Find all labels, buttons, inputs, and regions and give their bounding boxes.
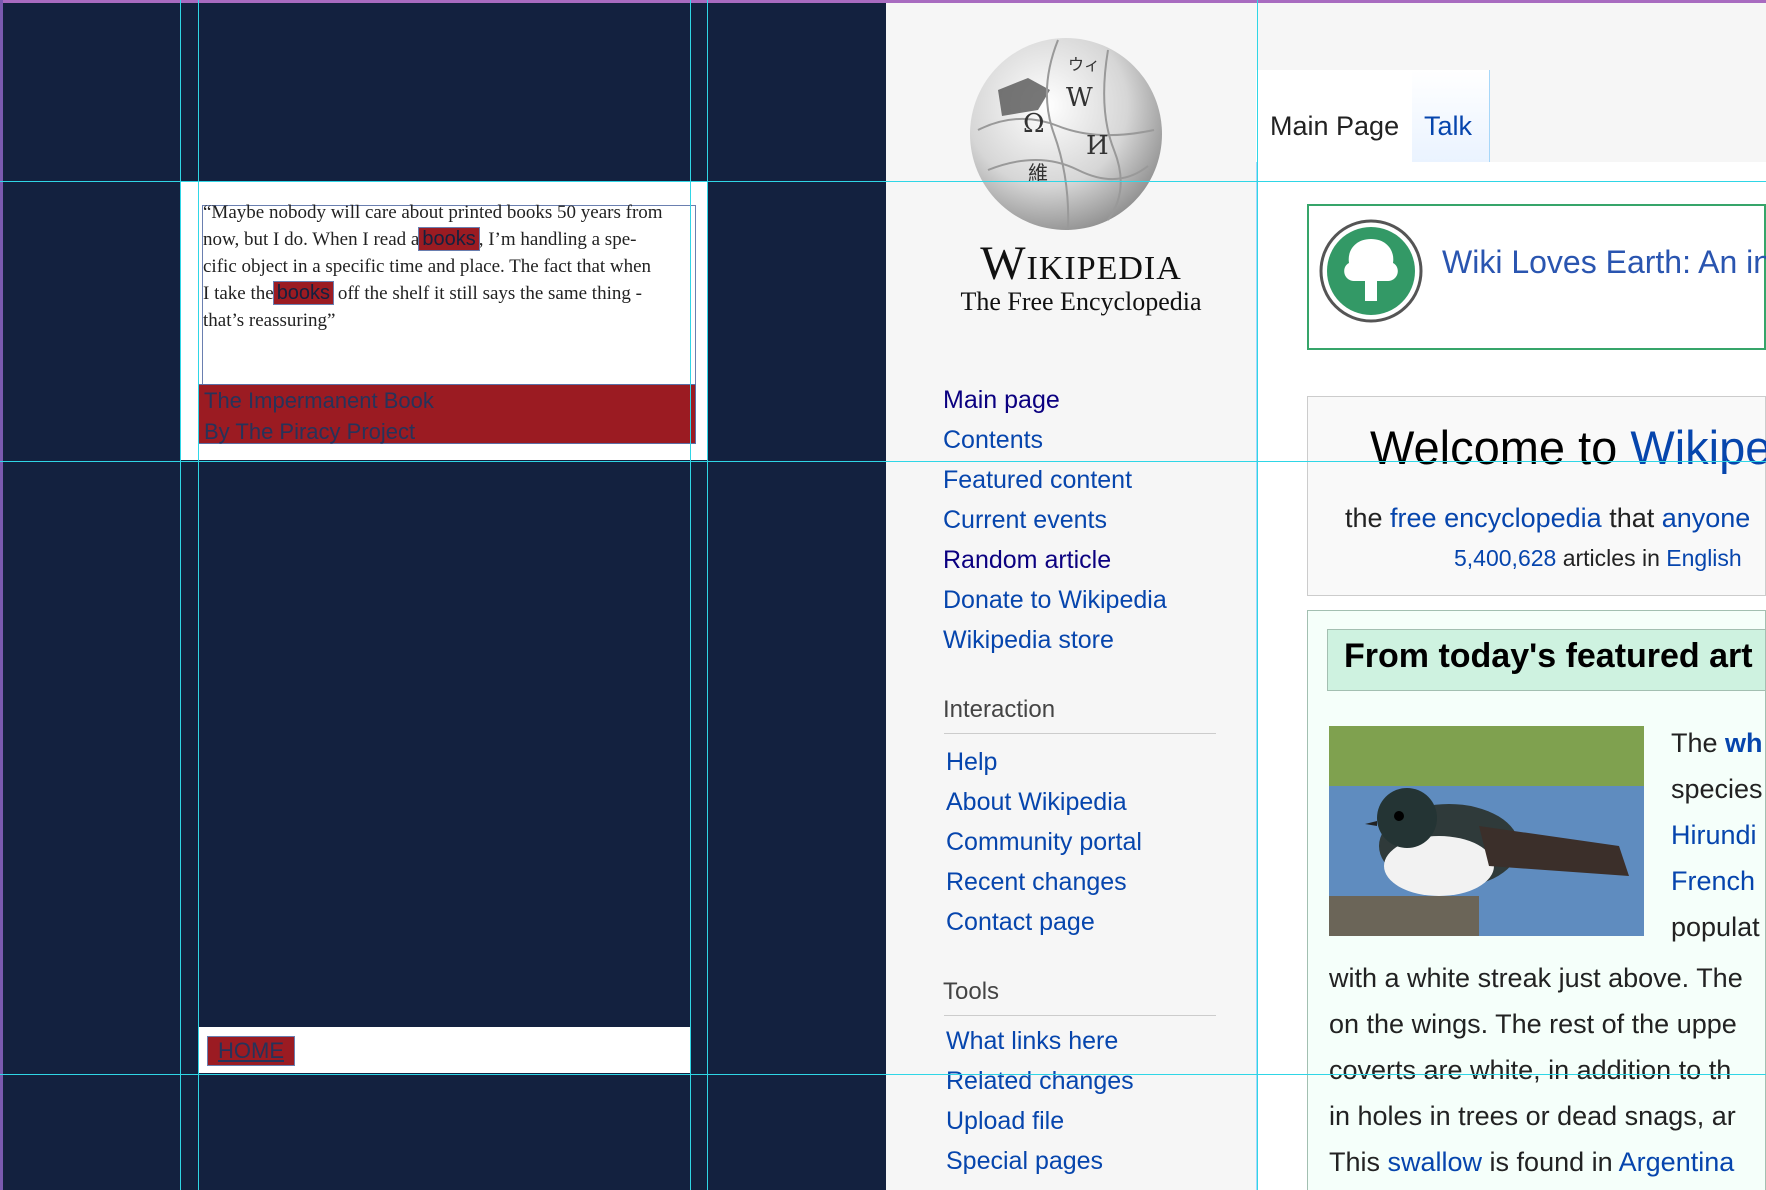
layout-guide — [0, 1074, 1766, 1075]
banner-title-link[interactable]: Wiki Loves Earth: An in — [1442, 244, 1766, 281]
featured-side-line: The wh — [1671, 728, 1763, 758]
featured-paragraph-line: This swallow is found in Argentina — [1329, 1147, 1734, 1178]
quote-line: now, but I do. When I read a books, I’m h… — [203, 226, 695, 253]
svg-text:И: И — [1086, 131, 1109, 161]
quote-fragment: now, but I do. When I read a — [203, 229, 420, 250]
svg-text:W: W — [1066, 83, 1093, 113]
wikipedia-wordmark: Wikipedia The Free Encyclopedia — [946, 236, 1216, 317]
screenshot-stage: “Maybe nobody will care about printed bo… — [0, 0, 1766, 1190]
nav-link-help[interactable]: Help — [946, 742, 1142, 782]
featured-side-line: species — [1671, 774, 1763, 804]
nav-link-contents[interactable]: Contents — [943, 420, 1167, 460]
nav-link-store[interactable]: Wikipedia store — [943, 620, 1167, 660]
home-button[interactable]: HOME — [207, 1036, 295, 1066]
featured-heading: From today's featured art — [1344, 637, 1753, 675]
quote-line: I take the books off the shelf it still s… — [203, 280, 695, 307]
argentina-link[interactable]: Argentina — [1619, 1147, 1735, 1177]
anyone-link[interactable]: anyone — [1662, 503, 1751, 533]
layout-guide — [690, 0, 691, 1190]
nav-link-random-article[interactable]: Random article — [943, 540, 1167, 580]
layout-guide — [1257, 0, 1258, 1190]
quote-fragment: , I’m handling a spe- — [478, 229, 637, 250]
book-credit-block: The Impermanent Book By The Piracy Proje… — [198, 384, 696, 444]
layout-guide — [707, 0, 708, 1190]
window-top-edge — [0, 0, 1766, 3]
nav-link-special-pages[interactable]: Special pages — [946, 1141, 1134, 1181]
paragraph-text: is found in — [1482, 1147, 1619, 1177]
quote-fragment: I take the — [203, 283, 274, 304]
interaction-heading[interactable]: Interaction — [943, 696, 1055, 724]
section-divider — [944, 1015, 1216, 1016]
french-link[interactable]: French — [1671, 858, 1763, 904]
nav-link-about[interactable]: About Wikipedia — [946, 782, 1142, 822]
book-author: By The Piracy Project — [204, 419, 416, 444]
wordmark-tagline: The Free Encyclopedia — [960, 287, 1202, 316]
tab-main-page[interactable]: Main Page — [1256, 70, 1412, 162]
interaction-navigation: Help About Wikipedia Community portal Re… — [946, 742, 1142, 942]
layout-guide — [0, 181, 1766, 182]
tree-icon — [1319, 219, 1423, 323]
main-navigation: Main page Contents Featured content Curr… — [943, 380, 1167, 660]
nav-link-recent-changes[interactable]: Recent changes — [946, 862, 1142, 902]
books-highlight-link[interactable]: books — [272, 281, 335, 305]
layout-guide — [198, 0, 199, 1190]
hirundinidae-link[interactable]: Hirundi — [1671, 812, 1763, 858]
tab-talk[interactable]: Talk — [1412, 70, 1490, 162]
wikipedia-globe-logo[interactable]: Ω W И 維 ウィ — [958, 30, 1174, 235]
section-divider — [944, 733, 1216, 734]
tools-navigation: What links here Related changes Upload f… — [946, 1021, 1134, 1181]
featured-bird-image[interactable] — [1329, 726, 1644, 936]
nav-link-contact[interactable]: Contact page — [946, 902, 1142, 942]
design-canvas: “Maybe nobody will care about printed bo… — [0, 0, 886, 1190]
quote-fragment: off the shelf it still says the same thi… — [333, 283, 642, 304]
welcome-title-text: Welcome to — [1370, 421, 1631, 474]
layout-guide — [180, 0, 181, 1190]
nav-link-related-changes[interactable]: Related changes — [946, 1061, 1134, 1101]
nav-link-main-page[interactable]: Main page — [943, 380, 1167, 420]
welcome-wikipedia-link[interactable]: Wikipe — [1630, 421, 1766, 474]
featured-article-link[interactable]: wh — [1725, 728, 1763, 758]
article-count-link[interactable]: 5,400,628 — [1454, 545, 1556, 571]
subtitle-text: that — [1601, 503, 1662, 533]
nav-link-current-events[interactable]: Current events — [943, 500, 1167, 540]
swallow-link[interactable]: swallow — [1388, 1147, 1483, 1177]
welcome-title: Welcome to Wikipe — [1370, 420, 1766, 475]
quote-line: “Maybe nobody will care about printed bo… — [203, 202, 663, 223]
featured-paragraph-line: on the wings. The rest of the uppe — [1329, 1009, 1737, 1039]
english-link[interactable]: English — [1666, 545, 1741, 571]
nav-link-featured-content[interactable]: Featured content — [943, 460, 1167, 500]
window-left-edge — [0, 0, 3, 1190]
svg-text:ウィ: ウィ — [1068, 55, 1100, 74]
article-count: 5,400,628 articles in English — [1454, 545, 1742, 572]
page-tabs: Main Page Talk — [1256, 70, 1766, 162]
tools-heading[interactable]: Tools — [943, 978, 999, 1006]
quote-line: cific object in a specific time and plac… — [203, 256, 652, 277]
nav-link-community-portal[interactable]: Community portal — [946, 822, 1142, 862]
layout-guide — [0, 461, 1766, 462]
featured-paragraph-line: coverts are white, in addition to th — [1329, 1055, 1732, 1085]
wordmark-title: Wikipedia — [980, 237, 1182, 290]
featured-paragraph-line: with a white streak just above. The — [1329, 963, 1743, 993]
quote-line: that’s reassuring” — [203, 310, 336, 331]
nav-link-upload-file[interactable]: Upload file — [946, 1101, 1134, 1141]
featured-paragraph-line: in holes in trees or dead snags, ar — [1329, 1101, 1736, 1131]
featured-side-text: The wh species Hirundi French populat — [1671, 720, 1763, 950]
paragraph-text: This — [1329, 1147, 1388, 1177]
svg-text:Ω: Ω — [1023, 109, 1045, 139]
featured-side-line: populat — [1671, 912, 1760, 942]
nav-link-what-links-here[interactable]: What links here — [946, 1021, 1134, 1061]
welcome-subtitle: the free encyclopedia that anyone — [1345, 503, 1750, 534]
article-count-text: articles in — [1556, 545, 1667, 571]
nav-link-donate[interactable]: Donate to Wikipedia — [943, 580, 1167, 620]
free-encyclopedia-link[interactable]: free encyclopedia — [1390, 503, 1602, 533]
quote-text: “Maybe nobody will care about printed bo… — [203, 199, 695, 334]
books-highlight-link[interactable]: books — [418, 227, 480, 251]
subtitle-text: the — [1345, 503, 1391, 533]
book-title: The Impermanent Book — [204, 388, 434, 413]
